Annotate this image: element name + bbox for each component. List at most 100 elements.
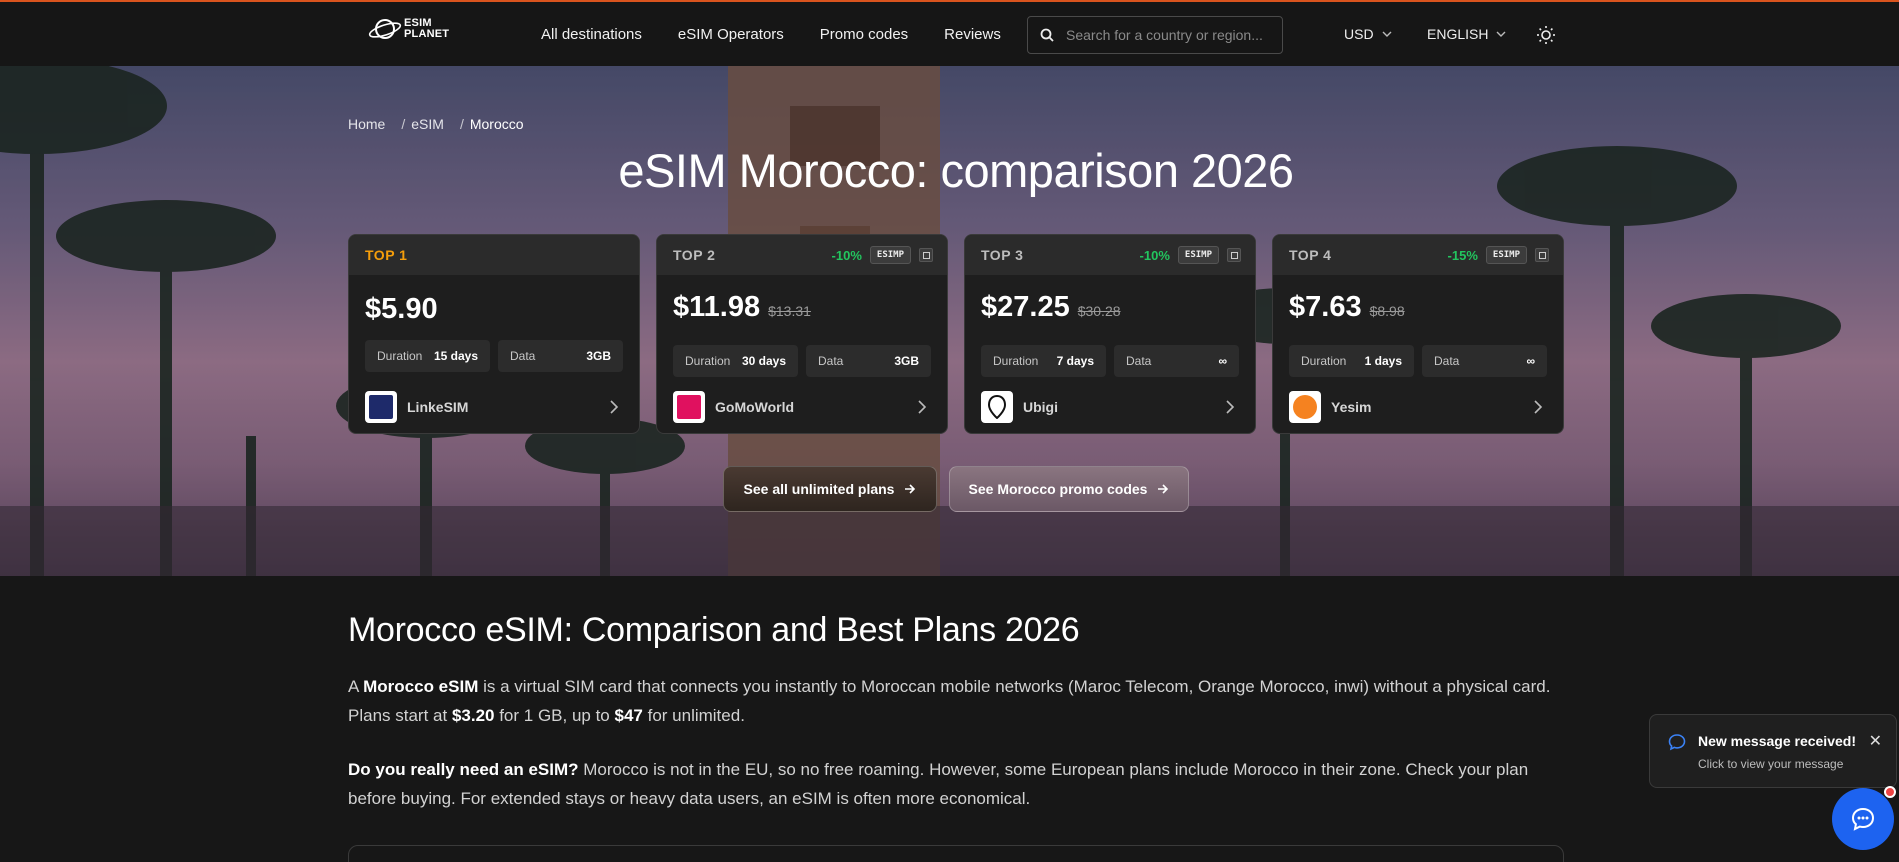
main-nav: All destinations eSIM Operators Promo co…	[541, 26, 1001, 43]
page-title: eSIM Morocco: comparison 2026	[618, 144, 1294, 197]
breadcrumb-esim[interactable]: eSIM	[411, 116, 444, 132]
operator-name: Ubigi	[1023, 399, 1058, 415]
data-pill: Data ∞	[1114, 345, 1239, 377]
chat-launcher-button[interactable]	[1832, 788, 1894, 850]
duration-label: Duration	[1301, 354, 1347, 368]
currency-dropdown[interactable]: USD	[1344, 26, 1392, 42]
breadcrumb-current: Morocco	[469, 116, 524, 132]
message-toast[interactable]: New message received! Click to view your…	[1649, 714, 1897, 788]
plan-card-top-2[interactable]: TOP 2 -10% ESIMP $11.98 $13.31 Duration …	[656, 234, 948, 434]
plan-card-top-3[interactable]: TOP 3 -10% ESIMP $27.25 $30.28 Duration …	[964, 234, 1256, 434]
sun-icon	[1537, 26, 1555, 44]
card-header: TOP 4 -15% ESIMP	[1273, 235, 1563, 275]
data-value: 3GB	[586, 349, 611, 363]
nav-all-destinations[interactable]: All destinations	[541, 26, 642, 43]
card-header: TOP 2 -10% ESIMP	[657, 235, 947, 275]
search-icon	[1040, 28, 1054, 42]
chevron-right-icon	[1534, 400, 1543, 414]
chevron-down-icon	[1496, 31, 1506, 37]
data-pill: Data 3GB	[806, 345, 931, 377]
duration-pill: Duration 30 days	[673, 345, 798, 377]
data-pill: Data ∞	[1422, 345, 1547, 377]
esim-planet-logo[interactable]: ESIM PLANET	[368, 16, 449, 42]
theme-toggle-button[interactable]	[1536, 25, 1556, 45]
plan-details: Duration 1 days Data ∞	[1289, 345, 1547, 377]
breadcrumb-separator: /	[401, 116, 406, 132]
text-bold: $3.20	[451, 706, 495, 725]
text-bold: Do you really need an eSIM?	[348, 760, 579, 779]
search-input[interactable]	[1066, 27, 1266, 43]
discount-badge: -10%	[831, 247, 862, 263]
promo-code[interactable]: ESIMP	[1485, 246, 1527, 264]
arrow-right-icon	[905, 484, 916, 494]
close-icon[interactable]: ✕	[1869, 731, 1882, 751]
plan-card-top-1[interactable]: TOP 1 $5.90 Duration 15 days Data 3GB Li…	[348, 234, 640, 434]
language-dropdown[interactable]: ENGLISH	[1427, 26, 1506, 42]
toast-title: New message received!	[1698, 733, 1856, 749]
promo-info: -15% ESIMP	[1448, 246, 1549, 264]
data-value: 3GB	[894, 354, 919, 368]
nav-esim-operators[interactable]: eSIM Operators	[678, 26, 784, 43]
price: $27.25	[981, 291, 1070, 323]
copy-icon[interactable]	[919, 248, 933, 262]
plan-card-top-4[interactable]: TOP 4 -15% ESIMP $7.63 $8.98 Duration 1 …	[1272, 234, 1564, 434]
rank-label: TOP 1	[365, 247, 408, 263]
nav-promo-codes[interactable]: Promo codes	[820, 26, 908, 43]
copy-icon[interactable]	[1227, 248, 1241, 262]
operator-row[interactable]: GoMoWorld	[673, 391, 931, 423]
text-fragment: for unlimited.	[642, 706, 745, 725]
section-heading: Morocco eSIM: Comparison and Best Plans …	[348, 611, 1080, 649]
data-label: Data	[818, 354, 844, 368]
breadcrumb-home[interactable]: Home	[348, 116, 385, 132]
operator-name: LinkeSIM	[407, 399, 469, 415]
duration-pill: Duration 7 days	[981, 345, 1106, 377]
price-row: $11.98 $13.31	[673, 291, 811, 324]
plan-details: Duration 30 days Data 3GB	[673, 345, 931, 377]
currency-label: USD	[1344, 26, 1374, 42]
text-fragment: for 1 GB, up to	[494, 706, 615, 725]
chat-bubble-icon	[1668, 734, 1686, 751]
roaming-paragraph: Do you really need an eSIM? Morocco is n…	[348, 755, 1568, 813]
copy-icon[interactable]	[1535, 248, 1549, 262]
language-label: ENGLISH	[1427, 26, 1489, 42]
card-header: TOP 1	[349, 235, 639, 275]
text-bold: $47	[614, 706, 643, 725]
chevron-right-icon	[610, 400, 619, 414]
operator-row[interactable]: Yesim	[1289, 391, 1547, 423]
arrow-right-icon	[1158, 484, 1169, 494]
data-label: Data	[1126, 354, 1152, 368]
yesim-logo-icon	[1289, 391, 1321, 423]
old-price: $8.98	[1369, 303, 1405, 319]
text-fragment: A	[348, 677, 364, 696]
toast-subtitle: Click to view your message	[1698, 757, 1844, 771]
duration-value: 30 days	[741, 354, 786, 368]
duration-label: Duration	[377, 349, 423, 363]
discount-badge: -15%	[1447, 247, 1478, 263]
chevron-down-icon	[1382, 31, 1392, 37]
data-label: Data	[1434, 354, 1460, 368]
cta-promo-label: See Morocco promo codes	[968, 481, 1148, 497]
rank-label: TOP 2	[673, 247, 716, 263]
duration-pill: Duration 1 days	[1289, 345, 1414, 377]
search-box[interactable]	[1027, 16, 1283, 54]
duration-value: 7 days	[1056, 354, 1094, 368]
operator-row[interactable]: LinkeSIM	[365, 391, 623, 423]
see-unlimited-plans-button[interactable]: See all unlimited plans	[723, 466, 937, 512]
rank-label: TOP 4	[1289, 247, 1332, 263]
data-pill: Data 3GB	[498, 340, 623, 372]
duration-label: Duration	[685, 354, 731, 368]
see-promo-codes-button[interactable]: See Morocco promo codes	[949, 466, 1189, 512]
planet-icon	[368, 19, 402, 39]
nav-reviews[interactable]: Reviews	[944, 26, 1001, 43]
ubigi-logo-icon	[981, 391, 1013, 423]
operator-name: GoMoWorld	[715, 399, 795, 415]
card-header: TOP 3 -10% ESIMP	[965, 235, 1255, 275]
data-label: Data	[510, 349, 536, 363]
promo-code[interactable]: ESIMP	[1177, 246, 1219, 264]
discount-badge: -10%	[1139, 247, 1170, 263]
promo-code[interactable]: ESIMP	[869, 246, 911, 264]
promo-info: -10% ESIMP	[1140, 246, 1241, 264]
operator-row[interactable]: Ubigi	[981, 391, 1239, 423]
chat-icon	[1851, 807, 1875, 831]
plan-details: Duration 7 days Data ∞	[981, 345, 1239, 377]
